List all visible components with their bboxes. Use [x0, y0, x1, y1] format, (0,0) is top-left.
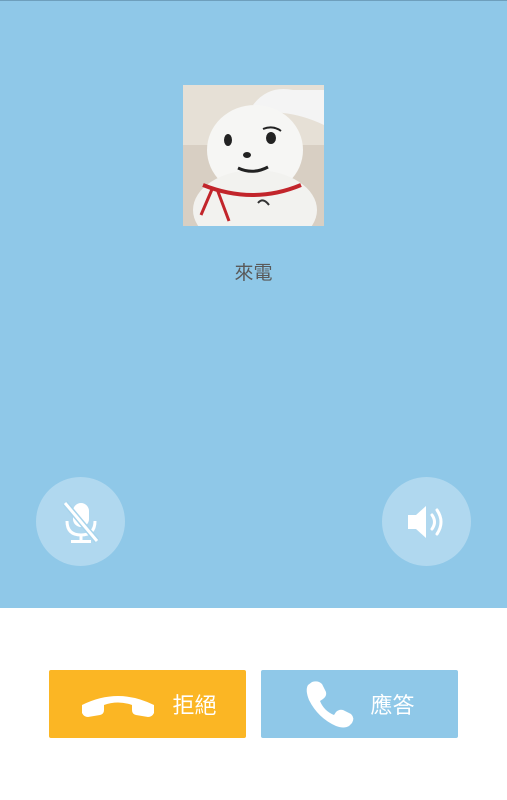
phone-icon	[304, 678, 356, 730]
decline-button[interactable]: 拒絕	[49, 670, 246, 738]
phone-hangup-icon	[78, 689, 158, 719]
call-screen-area: 來電	[0, 0, 507, 608]
top-divider	[0, 0, 507, 1]
caller-avatar	[183, 85, 324, 226]
mute-button[interactable]	[36, 477, 125, 566]
decline-label: 拒絕	[172, 694, 217, 719]
answer-label: 應答	[370, 694, 415, 719]
microphone-muted-icon	[62, 500, 99, 543]
speaker-button[interactable]	[382, 477, 471, 566]
answer-button[interactable]: 應答	[261, 670, 458, 738]
speaker-icon	[407, 505, 442, 538]
call-status-text: 來電	[234, 262, 273, 284]
